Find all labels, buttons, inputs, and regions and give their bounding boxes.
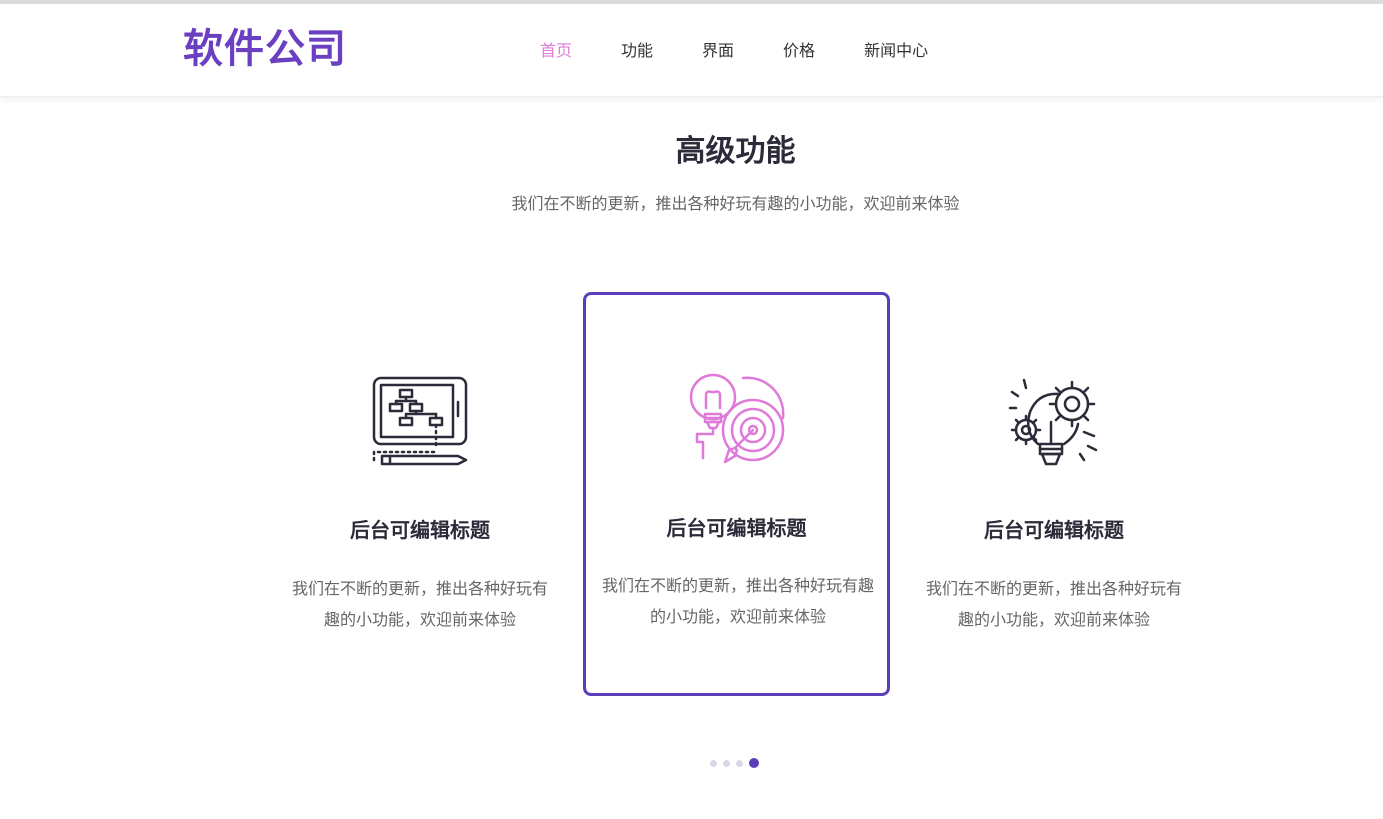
nav-item-pricing[interactable]: 价格: [783, 40, 815, 62]
pagination-dot[interactable]: [723, 759, 730, 767]
card-description: 我们在不断的更新，推出各种好玩有趣的小功能，欢迎前来体验: [926, 579, 1183, 629]
section-subtitle: 我们在不断的更新，推出各种好玩有趣的小功能，欢迎前来体验: [511, 194, 960, 213]
feature-card-active[interactable]: 后台可编辑标题 我们在不断的更新，推出各种好玩有趣的小功能，欢迎前来体验: [583, 292, 890, 696]
nav-item-home[interactable]: 首页: [540, 40, 572, 62]
carousel-pagination: [710, 758, 765, 768]
site-header: 软件公司 首页 功能 界面 价格 新闻中心: [0, 4, 1383, 97]
card-title: 后台可编辑标题: [350, 518, 490, 542]
pagination-dot-active[interactable]: [749, 758, 759, 768]
pagination-dot[interactable]: [710, 759, 717, 767]
gear-lightbulb-icon: [1004, 374, 1104, 476]
card-title: 后台可编辑标题: [666, 516, 807, 540]
nav-item-features[interactable]: 功能: [621, 40, 653, 62]
feature-card[interactable]: 后台可编辑标题 我们在不断的更新，推出各种好玩有趣的小功能，欢迎前来体验: [270, 296, 570, 694]
nav-item-interface[interactable]: 界面: [702, 40, 734, 62]
main-nav: 首页 功能 界面 价格 新闻中心: [540, 40, 977, 62]
card-description: 我们在不断的更新，推出各种好玩有趣的小功能，欢迎前来体验: [602, 576, 875, 626]
pagination-dot[interactable]: [736, 759, 743, 767]
card-description: 我们在不断的更新，推出各种好玩有趣的小功能，欢迎前来体验: [292, 579, 549, 629]
lightbulb-target-icon: [687, 372, 787, 474]
section-title: 高级功能: [675, 134, 796, 169]
nav-item-news[interactable]: 新闻中心: [864, 40, 928, 62]
tablet-flowchart-icon: [370, 374, 470, 476]
feature-card[interactable]: 后台可编辑标题 我们在不断的更新，推出各种好玩有趣的小功能，欢迎前来体验: [904, 296, 1204, 694]
brand-logo[interactable]: 软件公司: [183, 24, 347, 74]
card-title: 后台可编辑标题: [984, 518, 1124, 542]
